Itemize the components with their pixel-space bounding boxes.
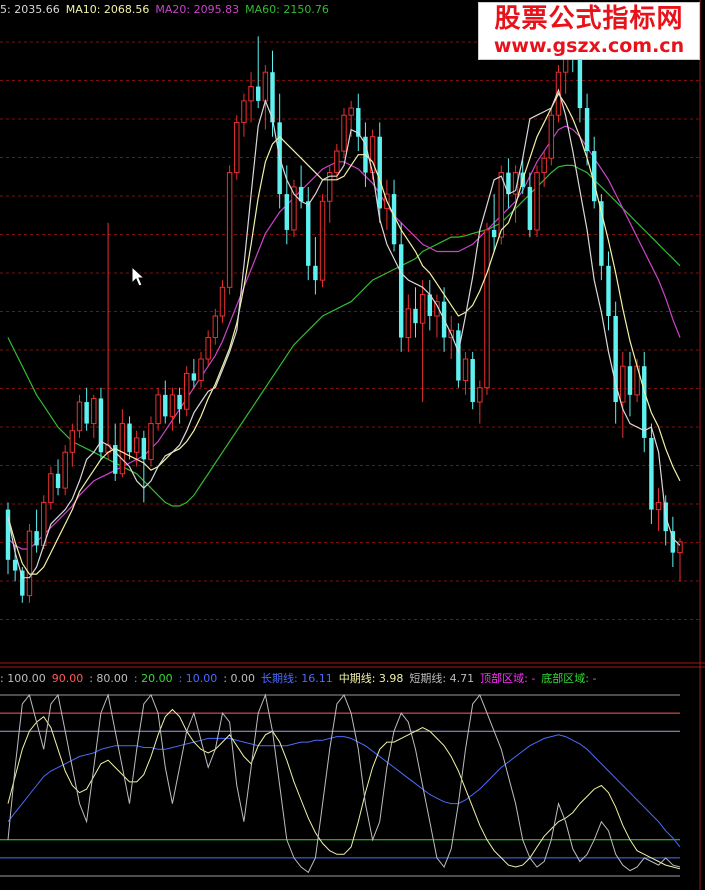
candle-body-down [584, 108, 590, 152]
candle-body-down [306, 201, 311, 266]
ma5-path [7, 88, 681, 579]
mouse-pointer-icon [131, 266, 145, 287]
candle-body-down [642, 366, 647, 438]
candle-body-up [620, 365, 626, 403]
indicator-legend-item-0: : 100.00 [0, 672, 46, 685]
candle-body-down [377, 136, 382, 209]
candle-body-up [62, 451, 68, 489]
candle-body-down [163, 394, 168, 417]
indicator-legend-item-8: 短期线: 4.71 [409, 672, 475, 685]
indicator-legend-item-9: 顶部区域: - [480, 672, 536, 685]
candle-body-down [84, 402, 89, 424]
indicator-reference-lines [0, 694, 680, 877]
main-legend: 5: 2035.66 MA10: 2068.56 MA20: 2095.83 MA60… [0, 2, 335, 18]
candle-body-up [319, 200, 326, 281]
indicator-legend-item-7: 中期线: 3.98 [338, 672, 404, 685]
indicator-legend-item-6: 长期线: 16.11 [261, 672, 333, 685]
candle-body-up [548, 114, 555, 159]
candle-body-up [212, 315, 219, 339]
candle-body-up [148, 423, 154, 460]
candle-body-up [133, 437, 140, 453]
candle-body-up [184, 372, 190, 410]
candle-body-up [241, 100, 247, 123]
candle-body-up [462, 358, 469, 382]
candle-body-down [456, 330, 461, 381]
candle-body-down [527, 186, 533, 230]
candle-body-down [255, 86, 261, 101]
indicator-legend-item-10: 底部区域: - [541, 672, 597, 685]
candle-body-up [76, 401, 83, 432]
candle-body-down [191, 373, 197, 381]
candle-body-up [405, 308, 412, 339]
candle-body-up [226, 172, 233, 288]
candle-body-down [413, 308, 418, 324]
candle-body-up [334, 150, 340, 174]
candle-body-up [248, 86, 254, 102]
candle-body-up [534, 172, 540, 231]
candle-body-up [484, 229, 490, 389]
indicator-legend-item-5: : 0.00 [223, 672, 256, 685]
main-legend-item-3: MA60: 2150.76 [245, 3, 329, 16]
candle-body-up [348, 107, 354, 116]
mid-term-line [7, 708, 681, 870]
candle-body-up [198, 358, 204, 382]
candle-body-up [234, 121, 240, 174]
candle-body-up [655, 501, 662, 511]
candlesticks [5, 22, 683, 603]
candle-body-up [262, 71, 269, 102]
long-term-line [7, 734, 681, 848]
short-term-line [7, 693, 681, 874]
candle-body-down [470, 359, 475, 403]
ma5-line [7, 88, 681, 579]
candle-body-down [127, 423, 132, 453]
candle-body-down [606, 265, 611, 316]
candle-body-down [284, 194, 290, 230]
main-legend-item-1: MA10: 2068.56 [65, 3, 150, 16]
candle-body-up [169, 394, 176, 417]
candle-body-up [26, 530, 33, 597]
ma60-path [7, 164, 681, 507]
candle-body-down [34, 531, 39, 546]
candle-body-up [91, 397, 97, 425]
main-panel-grid [0, 41, 700, 620]
watermark-title: 股票公式指标网 [494, 4, 684, 34]
candle-body-down [398, 244, 404, 338]
indicator-legend-item-4: : 10.00 [178, 672, 218, 685]
indicator-legend-item-1: 90.00 [51, 672, 84, 685]
candle-body-down [55, 473, 61, 489]
candle-body-down [577, 57, 583, 109]
candle-body-down [141, 437, 147, 460]
candle-body-up [48, 473, 54, 503]
indicator-lines [7, 693, 681, 874]
candle-body-up [69, 430, 76, 453]
candle-body-up [477, 387, 483, 403]
candle-body-up [219, 286, 226, 317]
candle-body-up [341, 114, 347, 152]
indicator-legend-item-3: : 20.00 [133, 672, 173, 685]
candle-body-down [313, 265, 318, 281]
main-legend-item-2: MA20: 2095.83 [155, 3, 240, 16]
main-legend-item-0: 5: 2035.66 [0, 3, 60, 16]
candle-body-up [541, 157, 547, 174]
site-watermark-logo: 股票公式指标网 www.gszx.com.cn [478, 2, 700, 60]
candle-body-up [498, 172, 504, 238]
indicator-legend-item-2: : 80.00 [89, 672, 128, 685]
watermark-url: www.gszx.com.cn [493, 35, 685, 57]
candle-body-down [177, 394, 182, 410]
candle-body-down [491, 229, 497, 238]
candle-body-up [155, 394, 161, 425]
candle-body-down [12, 559, 18, 571]
candle-body-up [205, 337, 211, 360]
stock-chart-window: 2270.27 5: 2035.66 MA10: 2068.56 MA20: 209… [0, 0, 705, 890]
chart-canvas: 2270.27 [0, 0, 705, 890]
candle-body-up [119, 423, 126, 475]
indicator-legend: : 100.00 90.00 : 80.00 : 20.00 : 10.00 : 0.00… [0, 671, 602, 687]
candle-body-up [419, 293, 426, 324]
candle-body-down [627, 366, 633, 395]
candle-body-down [649, 437, 654, 510]
ma60-line [7, 164, 681, 507]
